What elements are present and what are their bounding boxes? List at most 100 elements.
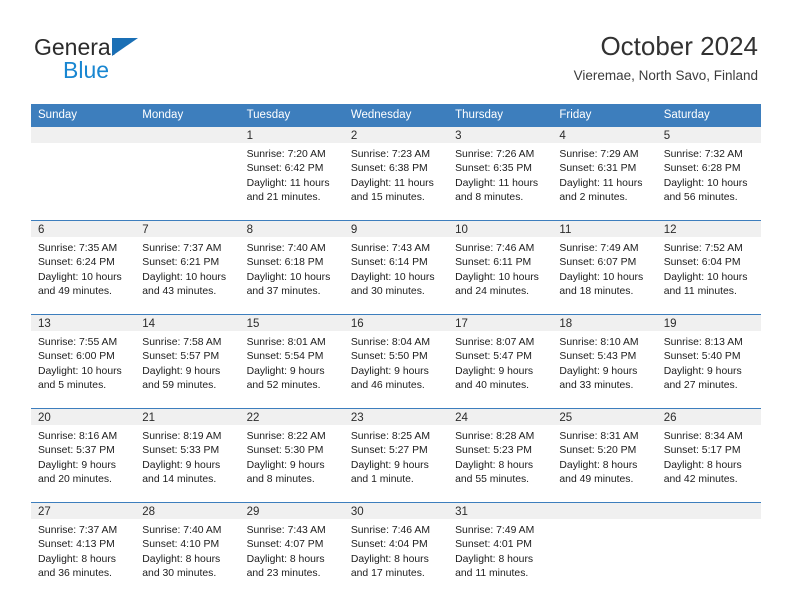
day-cell-inner: 18 Sunrise: 8:10 AM Sunset: 5:43 PM Dayligh… [552,315,657,408]
sunrise-time: Sunrise: 7:52 AM [663,243,743,254]
calendar-day-cell[interactable]: 1 Sunrise: 7:20 AM Sunset: 6:42 PM Daylight… [239,126,344,221]
day-number: 19 [663,318,677,330]
calendar-day-cell[interactable]: 26 Sunrise: 8:34 AM Sunset: 5:17 PM Dayligh… [656,408,761,503]
day-number: 2 [350,130,358,142]
day-detail-block: Sunrise: 7:46 AM Sunset: 4:04 PM Daylight:… [344,520,448,582]
day-number-band: 20 [31,409,136,426]
calendar-day-cell[interactable]: 22 Sunrise: 8:22 AM Sunset: 5:30 PM Dayligh… [239,408,344,503]
calendar-day-cell[interactable]: 18 Sunrise: 8:10 AM Sunset: 5:43 PM Dayligh… [552,314,657,409]
brand-name-blue: Blue [63,57,110,83]
day-number-band: 1 [239,127,344,144]
day-cell-inner: 8 Sunrise: 7:40 AM Sunset: 6:18 PM Daylight… [239,221,344,314]
day-detail-block: Sunrise: 7:43 AM Sunset: 4:07 PM Daylight:… [240,520,344,582]
daylight-duration-line1: Daylight: 8 hours [38,553,116,565]
calendar-day-cell[interactable]: 6 Sunrise: 7:35 AM Sunset: 6:24 PM Daylight… [31,220,136,315]
day-number-band: 4 [552,127,657,144]
calendar-day-cell[interactable]: 2 Sunrise: 7:23 AM Sunset: 6:38 PM Daylight… [343,126,449,221]
calendar-day-cell[interactable]: 27 Sunrise: 7:37 AM Sunset: 4:13 PM Dayligh… [31,502,136,596]
weekday-header-friday: Friday [552,104,657,127]
sunrise-time: Sunrise: 8:07 AM [455,337,535,348]
day-number-band: 27 [31,503,136,520]
daylight-duration-line1: Daylight: 9 hours [350,459,429,471]
day-detail-block: Sunrise: 8:22 AM Sunset: 5:30 PM Daylight:… [240,426,344,488]
sunset-time: Sunset: 6:11 PM [455,257,532,269]
day-detail-block: Sunrise: 7:29 AM Sunset: 6:31 PM Daylight:… [552,144,656,206]
calendar-day-cell[interactable]: 5 Sunrise: 7:32 AM Sunset: 6:28 PM Daylight… [656,126,761,221]
daylight-duration-line1: Daylight: 10 hours [142,271,227,283]
day-number: 22 [246,412,260,424]
sunrise-time: Sunrise: 8:25 AM [350,431,430,442]
day-cell-inner: 11 Sunrise: 7:49 AM Sunset: 6:07 PM Dayligh… [552,221,657,314]
sunrise-time: Sunrise: 7:40 AM [142,525,222,536]
calendar-day-cell[interactable]: 23 Sunrise: 8:25 AM Sunset: 5:27 PM Dayligh… [343,408,449,503]
day-cell-inner: 1 Sunrise: 7:20 AM Sunset: 6:42 PM Daylight… [239,127,344,220]
sunset-time: Sunset: 6:28 PM [663,163,741,175]
day-detail-block: Sunrise: 8:19 AM Sunset: 5:33 PM Daylight:… [135,426,239,488]
sunset-time: Sunset: 5:43 PM [559,351,637,363]
daylight-duration-line1: Daylight: 11 hours [455,177,539,189]
sunset-time: Sunset: 5:17 PM [663,445,741,457]
calendar-day-cell[interactable]: 28 Sunrise: 7:40 AM Sunset: 4:10 PM Dayligh… [135,502,240,596]
sunrise-time: Sunrise: 7:46 AM [350,525,430,536]
calendar-day-cell[interactable]: 3 Sunrise: 7:26 AM Sunset: 6:35 PM Daylight… [448,126,553,221]
day-number: 15 [246,318,260,330]
calendar-day-cell[interactable]: 24 Sunrise: 8:28 AM Sunset: 5:23 PM Dayligh… [448,408,553,503]
calendar-day-cell[interactable]: 12 Sunrise: 7:52 AM Sunset: 6:04 PM Dayligh… [656,220,761,315]
calendar-day-cell[interactable]: 17 Sunrise: 8:07 AM Sunset: 5:47 PM Dayligh… [448,314,553,409]
calendar-day-cell[interactable]: 4 Sunrise: 7:29 AM Sunset: 6:31 PM Daylight… [552,126,657,221]
calendar-day-cell[interactable]: 19 Sunrise: 8:13 AM Sunset: 5:40 PM Dayligh… [656,314,761,409]
day-cell-inner: 26 Sunrise: 8:34 AM Sunset: 5:17 PM Dayligh… [656,409,761,502]
day-cell-inner [656,503,761,596]
sunrise-time: Sunrise: 7:35 AM [38,243,118,254]
day-number-band: 6 [31,221,136,238]
calendar-day-cell[interactable]: 31 Sunrise: 7:49 AM Sunset: 4:01 PM Dayligh… [448,502,553,596]
day-detail-block: Sunrise: 7:52 AM Sunset: 6:04 PM Daylight:… [657,238,761,300]
day-cell-inner: 2 Sunrise: 7:23 AM Sunset: 6:38 PM Daylight… [343,127,449,220]
brand-logo[interactable]: General Blue [34,34,274,90]
daylight-duration-line2: and 8 minutes. [246,474,315,486]
daylight-duration-line1: Daylight: 10 hours [559,271,644,283]
calendar-day-cell[interactable]: 13 Sunrise: 7:55 AM Sunset: 6:00 PM Dayligh… [31,314,136,409]
daylight-duration-line1: Daylight: 10 hours [663,177,748,189]
sunset-time: Sunset: 6:07 PM [559,257,637,269]
sunset-time: Sunset: 4:13 PM [38,539,115,551]
calendar-day-cell[interactable]: 20 Sunrise: 8:16 AM Sunset: 5:37 PM Dayligh… [31,408,136,503]
sunrise-time: Sunrise: 8:16 AM [38,431,118,442]
calendar-day-cell[interactable]: 25 Sunrise: 8:31 AM Sunset: 5:20 PM Dayligh… [552,408,657,503]
day-number: 9 [350,224,358,236]
calendar-day-cell[interactable]: 15 Sunrise: 8:01 AM Sunset: 5:54 PM Dayligh… [239,314,344,409]
calendar-day-cell[interactable]: 10 Sunrise: 7:46 AM Sunset: 6:11 PM Dayligh… [448,220,553,315]
sunrise-time: Sunrise: 8:04 AM [350,337,430,348]
calendar-day-cell[interactable]: 9 Sunrise: 7:43 AM Sunset: 6:14 PM Daylight… [343,220,449,315]
sunrise-time: Sunrise: 8:34 AM [663,431,743,442]
day-number-band: 12 [656,221,761,238]
calendar-day-cell[interactable]: 14 Sunrise: 7:58 AM Sunset: 5:57 PM Dayligh… [135,314,240,409]
sunrise-time: Sunrise: 8:22 AM [246,431,326,442]
day-number-band: 9 [343,221,449,238]
daylight-duration-line2: and 24 minutes. [455,286,530,298]
calendar-day-cell[interactable]: 29 Sunrise: 7:43 AM Sunset: 4:07 PM Dayligh… [239,502,344,596]
calendar-head: Sunday Monday Tuesday Wednesday Thursday Frid… [31,104,761,127]
day-detail-block: Sunrise: 8:16 AM Sunset: 5:37 PM Daylight:… [31,426,135,488]
calendar-day-cell[interactable]: 8 Sunrise: 7:40 AM Sunset: 6:18 PM Daylight… [239,220,344,315]
day-number: 11 [559,224,572,236]
sunset-time: Sunset: 5:40 PM [663,351,741,363]
sunrise-time: Sunrise: 7:43 AM [350,243,430,254]
day-number: 27 [38,506,51,518]
day-detail-block: Sunrise: 7:40 AM Sunset: 4:10 PM Daylight:… [135,520,239,582]
calendar-day-cell[interactable]: 16 Sunrise: 8:04 AM Sunset: 5:50 PM Dayligh… [343,314,449,409]
sunset-time: Sunset: 4:01 PM [455,539,532,551]
calendar-day-cell[interactable]: 21 Sunrise: 8:19 AM Sunset: 5:33 PM Dayligh… [135,408,240,503]
calendar-day-cell[interactable]: 7 Sunrise: 7:37 AM Sunset: 6:21 PM Daylight… [135,220,240,315]
calendar-day-cell[interactable]: 11 Sunrise: 7:49 AM Sunset: 6:07 PM Dayligh… [552,220,657,315]
day-number: 12 [663,224,677,236]
sunset-time: Sunset: 6:14 PM [350,257,428,269]
daylight-duration-line1: Daylight: 9 hours [559,365,638,377]
daylight-duration-line2: and 5 minutes. [38,380,107,392]
day-number: 18 [559,318,573,330]
day-number-band: 16 [343,315,449,332]
day-cell-inner [31,127,136,220]
sunset-time: Sunset: 6:31 PM [559,163,637,175]
calendar-day-cell[interactable]: 30 Sunrise: 7:46 AM Sunset: 4:04 PM Dayligh… [343,502,449,596]
sunrise-time: Sunrise: 7:37 AM [142,243,222,254]
